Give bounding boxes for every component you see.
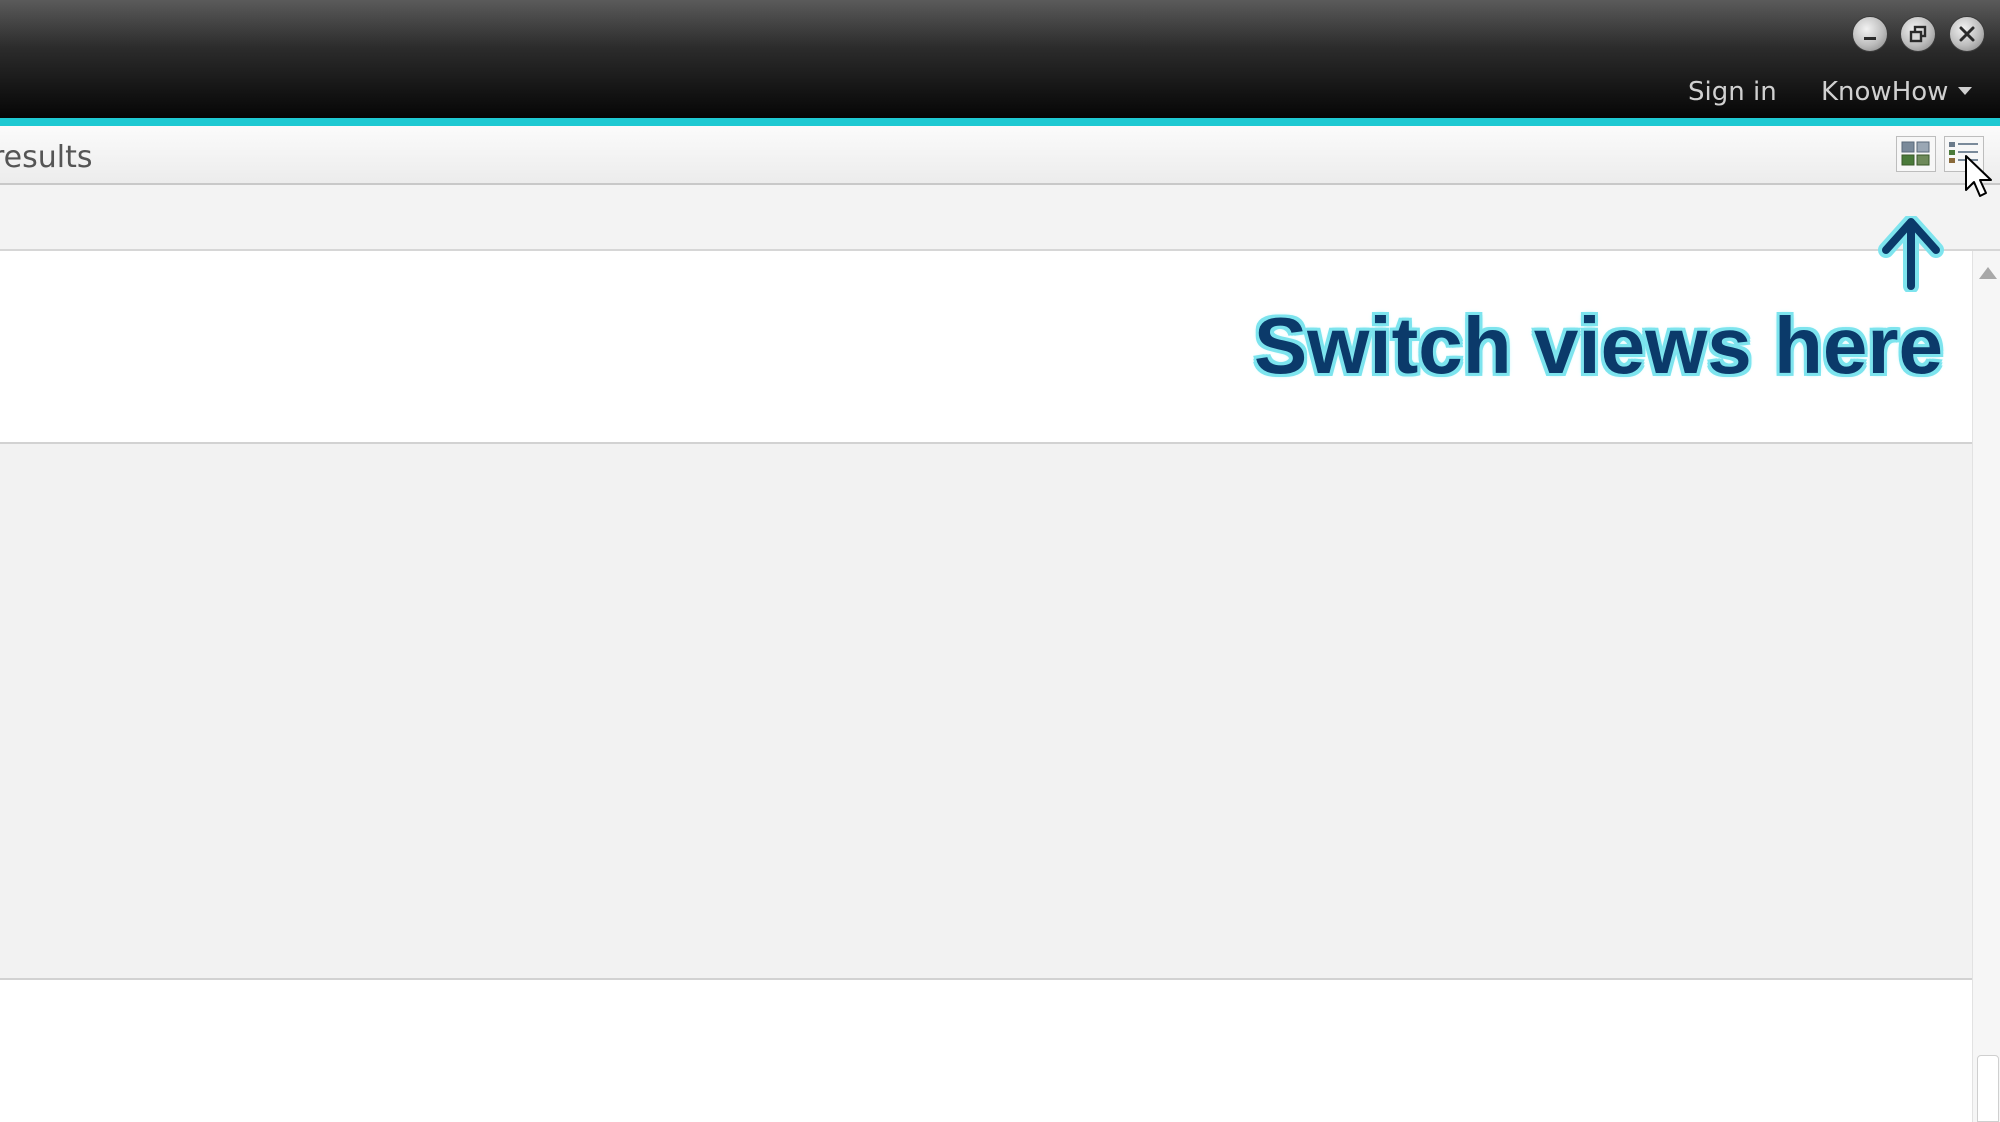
grid-view-icon — [1901, 141, 1930, 166]
mouse-cursor-icon — [1965, 155, 1992, 197]
filter-bar — [0, 185, 2000, 251]
restore-icon[interactable] — [1900, 16, 1936, 52]
accent-divider — [0, 118, 2000, 126]
vertical-scrollbar[interactable] — [1972, 251, 2000, 1122]
minimize-icon[interactable] — [1852, 16, 1888, 52]
annotation-caption: Switch views here — [1253, 301, 1943, 390]
scroll-thumb[interactable] — [1977, 1055, 1999, 1122]
grid-view-button[interactable] — [1896, 136, 1936, 172]
close-icon[interactable] — [1949, 16, 1985, 52]
results-toolbar: results — [0, 126, 2000, 185]
title-bar: Sign in KnowHow — [0, 0, 2000, 118]
sign-in-link[interactable]: Sign in — [1688, 72, 1777, 112]
account-menu-label: KnowHow — [1821, 77, 1949, 107]
results-heading: results — [0, 140, 93, 175]
arrow-up-icon — [1878, 216, 1944, 292]
content-results-pane — [0, 444, 1972, 980]
account-menu[interactable]: KnowHow — [1821, 72, 1973, 112]
content-footer-pane — [0, 980, 1972, 1122]
scroll-up-arrow-icon[interactable] — [1979, 267, 1997, 279]
chevron-down-icon — [1958, 86, 1973, 95]
